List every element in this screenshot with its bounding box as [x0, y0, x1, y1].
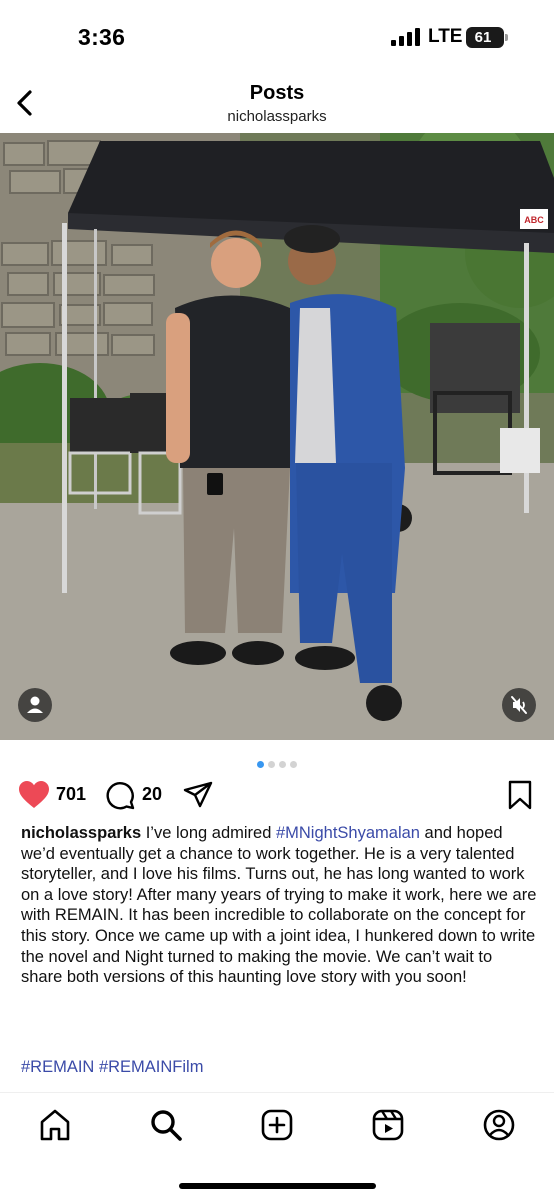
reels-icon[interactable]	[370, 1107, 406, 1143]
carousel-dot	[268, 761, 275, 768]
battery-icon: 61	[466, 27, 508, 48]
photo-illustration: ABC	[0, 133, 554, 740]
comment-icon[interactable]	[105, 780, 135, 810]
heart-icon[interactable]	[18, 780, 50, 810]
header: Posts nicholassparks	[0, 75, 554, 133]
tent-label: ABC	[524, 215, 544, 225]
create-icon[interactable]	[259, 1107, 295, 1143]
action-bar: 701 20	[0, 776, 554, 814]
carousel-dot	[279, 761, 286, 768]
post-caption: nicholassparks I’ve long admired #MNight…	[21, 823, 537, 988]
post-photo[interactable]: ABC	[0, 133, 554, 740]
status-bar: 3:36 LTE 61	[0, 0, 554, 75]
battery-level: 61	[474, 29, 492, 46]
signal-icon	[391, 28, 420, 46]
bookmark-icon[interactable]	[506, 780, 534, 810]
caption-text: and hoped we’d eventually get a chance t…	[21, 824, 537, 987]
page-title: Posts	[249, 82, 305, 104]
hashtag-link[interactable]: #REMAINFilm	[99, 1058, 204, 1076]
like-count[interactable]: 701	[56, 784, 86, 805]
home-indicator	[179, 1183, 376, 1189]
search-icon[interactable]	[148, 1107, 184, 1143]
carousel-dot	[290, 761, 297, 768]
carousel-dot-active	[257, 761, 264, 768]
comment-count[interactable]: 20	[142, 784, 162, 805]
speaker-muted-icon	[511, 696, 527, 714]
person-icon	[27, 696, 43, 713]
hashtag-link[interactable]: #REMAIN	[21, 1058, 94, 1076]
mute-button[interactable]	[502, 688, 536, 722]
caption-username[interactable]: nicholassparks	[21, 824, 141, 842]
home-icon[interactable]	[37, 1107, 73, 1143]
network-label: LTE	[428, 26, 463, 47]
status-time: 3:36	[78, 24, 126, 50]
profile-icon[interactable]	[481, 1107, 517, 1143]
caption-text: I’ve long admired	[141, 824, 276, 842]
carousel-indicator	[0, 755, 554, 768]
share-icon[interactable]	[183, 780, 213, 810]
page-subtitle-username[interactable]: nicholassparks	[0, 108, 554, 125]
tagged-users-button[interactable]	[18, 688, 52, 722]
caption-mention-link[interactable]: #MNightShyamalan	[276, 824, 420, 842]
hashtag-list: #REMAIN #REMAINFilm	[21, 1057, 537, 1078]
